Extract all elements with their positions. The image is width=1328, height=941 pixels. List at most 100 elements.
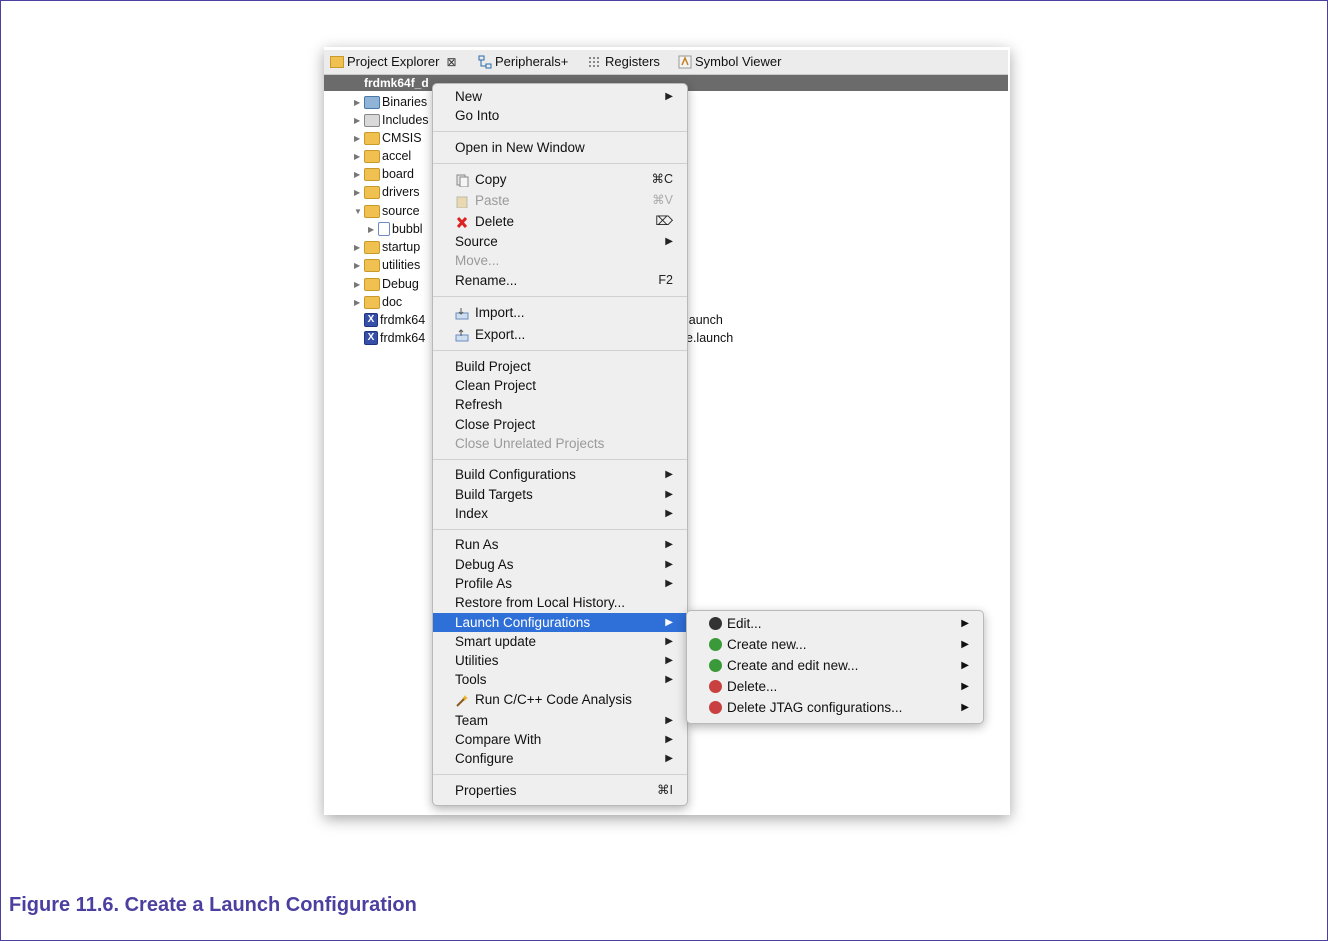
folder-icon	[364, 240, 380, 254]
menu-item-label: Open in New Window	[455, 140, 585, 155]
menu-item-rename[interactable]: Rename... F2	[433, 271, 687, 290]
menu-separator	[433, 459, 687, 460]
menu-item-code-analysis[interactable]: Run C/C++ Code Analysis	[433, 690, 687, 709]
tree-item-label: drivers	[382, 185, 420, 199]
menu-item-import[interactable]: Import...	[433, 303, 687, 322]
expand-arrow-icon[interactable]: ▶	[354, 98, 364, 107]
tree-item-bubble-file[interactable]: ▶ bubbl	[368, 222, 423, 236]
red-bug-icon	[709, 680, 722, 693]
tree-item-includes[interactable]: ▶ Includes	[354, 113, 429, 127]
menu-item-label: Rename...	[455, 273, 518, 288]
menu-item-close-unrelated[interactable]: Close Unrelated Projects	[433, 434, 687, 453]
submenu-item-label: Delete JTAG configurations...	[727, 700, 903, 715]
menu-item-configure[interactable]: Configure ▶	[433, 749, 687, 768]
menu-item-move[interactable]: Move...	[433, 251, 687, 270]
folder-icon	[364, 204, 380, 218]
expand-arrow-icon[interactable]: ▶	[354, 188, 364, 197]
submenu-item-delete[interactable]: Delete... ▶	[687, 676, 983, 697]
tab-peripherals[interactable]: Peripherals+	[478, 54, 568, 69]
green-bug-icon	[709, 638, 722, 651]
tree-item-drivers[interactable]: ▶ drivers	[354, 185, 420, 199]
paste-icon	[455, 194, 469, 209]
folder-icon	[364, 295, 380, 309]
tree-item-launch-file[interactable]: Xfrdmk64	[364, 313, 425, 327]
tree-item-label: startup	[382, 240, 421, 254]
includes-icon	[364, 113, 380, 127]
menu-item-debug-as[interactable]: Debug As ▶	[433, 555, 687, 574]
expand-arrow-icon[interactable]: ▶	[354, 280, 364, 289]
tree-item-startup[interactable]: ▶ startup	[354, 240, 420, 254]
expand-arrow-icon[interactable]: ▶	[354, 152, 364, 161]
expand-arrow-icon[interactable]: ▶	[354, 116, 364, 125]
tree-item-utilities[interactable]: ▶ utilities	[354, 258, 420, 272]
menu-item-paste[interactable]: Paste ⌘V	[433, 191, 687, 210]
import-icon	[455, 306, 469, 320]
menu-item-smart-update[interactable]: Smart update ▶	[433, 632, 687, 651]
menu-item-utilities[interactable]: Utilities ▶	[433, 651, 687, 670]
tree-item-label: bubbl	[392, 222, 423, 236]
expand-arrow-icon[interactable]: ▶	[354, 170, 364, 179]
tree-item-launch-file[interactable]: Xfrdmk64	[364, 331, 425, 345]
submenu-arrow-icon: ▶	[665, 489, 673, 500]
submenu-arrow-icon: ▶	[665, 559, 673, 570]
tree-item-debug[interactable]: ▶ Debug	[354, 277, 419, 291]
tab-symbol-viewer[interactable]: Symbol Viewer	[678, 54, 781, 69]
submenu-item-create-new[interactable]: Create new... ▶	[687, 634, 983, 655]
menu-item-close-project[interactable]: Close Project	[433, 415, 687, 434]
menu-item-source[interactable]: Source ▶	[433, 232, 687, 251]
menu-item-profile-as[interactable]: Profile As ▶	[433, 574, 687, 593]
expand-arrow-icon[interactable]: ▶	[354, 298, 364, 307]
submenu-item-delete-jtag[interactable]: Delete JTAG configurations... ▶	[687, 697, 983, 718]
menu-item-clean-project[interactable]: Clean Project	[433, 376, 687, 395]
tree-item-board[interactable]: ▶ board	[354, 167, 414, 181]
menu-item-copy[interactable]: Copy ⌘C	[433, 170, 687, 189]
menu-item-go-into[interactable]: Go Into	[433, 106, 687, 125]
submenu-arrow-icon: ▶	[961, 681, 969, 692]
collapse-arrow-icon[interactable]: ▼	[354, 207, 364, 216]
tab-registers[interactable]: Registers	[588, 54, 660, 69]
submenu-arrow-icon: ▶	[665, 469, 673, 480]
submenu-item-create-edit-new[interactable]: Create and edit new... ▶	[687, 655, 983, 676]
tree-item-cmsis[interactable]: ▶ CMSIS	[354, 131, 422, 145]
expand-arrow-icon[interactable]: ▶	[368, 225, 378, 234]
tree-item-source[interactable]: ▼ source	[354, 204, 420, 218]
tab-label: Peripherals+	[495, 54, 569, 69]
menu-item-delete[interactable]: Delete ⌦	[433, 212, 687, 231]
menu-item-tools[interactable]: Tools ▶	[433, 670, 687, 689]
menu-item-build-project[interactable]: Build Project	[433, 357, 687, 376]
submenu-arrow-icon: ▶	[961, 639, 969, 650]
close-icon[interactable]: ⊠	[446, 55, 456, 69]
menu-item-properties[interactable]: Properties ⌘I	[433, 781, 687, 800]
menu-item-index[interactable]: Index ▶	[433, 504, 687, 523]
menu-item-build-configurations[interactable]: Build Configurations ▶	[433, 465, 687, 484]
menu-item-new[interactable]: New ▶	[433, 87, 687, 106]
tree-item-doc[interactable]: ▶ doc	[354, 295, 402, 309]
menu-item-compare-with[interactable]: Compare With ▶	[433, 730, 687, 749]
tree-item-label: utilities	[382, 258, 421, 272]
menu-item-team[interactable]: Team ▶	[433, 711, 687, 730]
launch-configurations-submenu: Edit... ▶ Create new... ▶ Create and edit …	[686, 610, 984, 724]
menu-item-label: Delete	[475, 214, 515, 229]
tree-item-binaries[interactable]: ▶ Binaries	[354, 95, 427, 109]
tab-project-explorer[interactable]: Project Explorer ⊠	[330, 54, 457, 69]
menu-item-restore-history[interactable]: Restore from Local History...	[433, 593, 687, 612]
menu-item-run-as[interactable]: Run As ▶	[433, 535, 687, 554]
menu-item-build-targets[interactable]: Build Targets ▶	[433, 485, 687, 504]
tree-item-label: CMSIS	[382, 131, 422, 145]
expand-arrow-icon[interactable]: ▶	[354, 243, 364, 252]
expand-arrow-icon[interactable]: ▶	[354, 134, 364, 143]
tree-item-label: source	[382, 204, 420, 218]
tree-item-label: board	[382, 167, 414, 181]
tree-item-accel[interactable]: ▶ accel	[354, 149, 411, 163]
expand-arrow-icon[interactable]: ▶	[354, 261, 364, 270]
magic-wand-icon	[455, 693, 469, 707]
tab-label: Symbol Viewer	[695, 54, 782, 69]
submenu-item-edit[interactable]: Edit... ▶	[687, 613, 983, 634]
menu-item-export[interactable]: Export...	[433, 325, 687, 344]
folder-icon	[364, 167, 380, 181]
menu-item-launch-configurations[interactable]: Launch Configurations ▶	[433, 613, 687, 632]
menu-item-refresh[interactable]: Refresh	[433, 395, 687, 414]
tab-label: Registers	[605, 54, 660, 69]
menu-item-open-new-window[interactable]: Open in New Window	[433, 138, 687, 157]
menu-item-label: Index	[455, 506, 489, 521]
